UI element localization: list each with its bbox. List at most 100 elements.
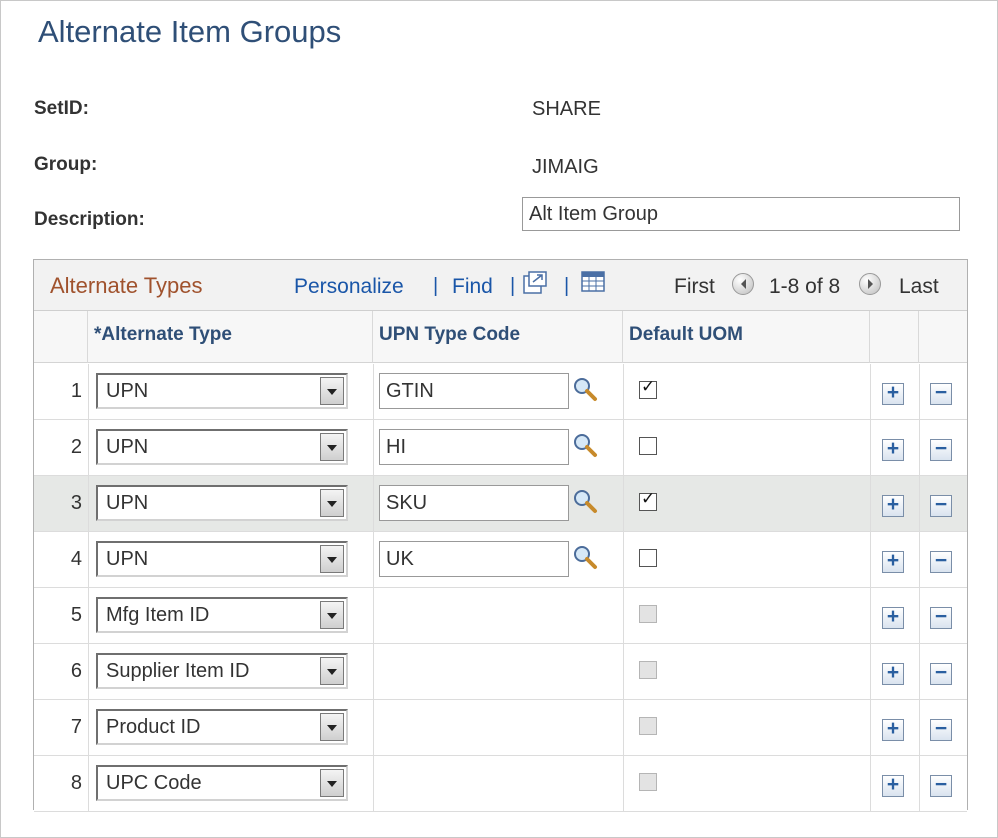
col-header-delete [919, 311, 967, 363]
table-row: 4 UPN + − [34, 532, 967, 588]
cell-divider [919, 364, 920, 420]
alternate-type-value: UPN [106, 380, 149, 402]
arrow-right-icon[interactable] [859, 273, 881, 295]
cell-divider [88, 476, 89, 532]
upn-type-code-input[interactable] [379, 485, 569, 521]
alternate-type-value: UPN [106, 436, 149, 458]
description-input[interactable] [522, 197, 960, 231]
plus-icon[interactable]: + [882, 494, 904, 517]
lookup-icon[interactable] [572, 376, 598, 407]
cell-divider [88, 700, 89, 756]
col-header-alternate-type: *Alternate Type [88, 311, 373, 363]
group-value: JIMAIG [532, 156, 599, 178]
cell-divider [870, 756, 871, 812]
download-grid-icon[interactable] [581, 271, 605, 298]
cell-divider [623, 476, 624, 532]
plus-icon[interactable]: + [882, 774, 904, 797]
cell-divider [919, 756, 920, 812]
upn-type-code-input[interactable] [379, 429, 569, 465]
find-link[interactable]: Find [452, 275, 493, 299]
minus-icon[interactable]: − [930, 718, 952, 741]
alternate-type-select[interactable]: UPN [96, 373, 348, 409]
alternate-type-value: Supplier Item ID [106, 660, 250, 682]
cell-divider [373, 476, 374, 532]
default-uom-checkbox[interactable]: ✓ [639, 377, 657, 399]
upn-type-code-input[interactable] [379, 541, 569, 577]
cell-divider [623, 420, 624, 476]
lookup-icon[interactable] [572, 488, 598, 519]
setid-label: SetID: [34, 98, 89, 119]
plus-icon[interactable]: + [882, 382, 904, 405]
cell-divider [88, 644, 89, 700]
default-uom-checkbox[interactable]: ✓ [639, 489, 657, 511]
alternate-type-select[interactable]: UPN [96, 429, 348, 465]
table-row: 6 Supplier Item ID + − [34, 644, 967, 700]
plus-icon[interactable]: + [882, 438, 904, 461]
plus-icon[interactable]: + [882, 662, 904, 685]
cell-divider [919, 532, 920, 588]
alternate-types-grid: Alternate Types Personalize | Find | | F… [33, 259, 968, 812]
alternate-type-select[interactable]: Supplier Item ID [96, 653, 348, 689]
minus-icon[interactable]: − [930, 550, 952, 573]
default-uom-checkbox [639, 773, 657, 791]
alternate-type-value: Mfg Item ID [106, 604, 210, 626]
lookup-icon[interactable] [572, 544, 598, 575]
minus-icon[interactable]: − [930, 382, 952, 405]
table-row: 8 UPC Code + − [34, 756, 967, 812]
grid-header: Alternate Types Personalize | Find | | F… [34, 260, 967, 311]
page-title: Alternate Item Groups [38, 14, 342, 49]
alternate-type-value: UPN [106, 492, 149, 514]
cell-divider [623, 756, 624, 812]
plus-icon[interactable]: + [882, 550, 904, 573]
alternate-type-select[interactable]: UPN [96, 541, 348, 577]
chevron-down-icon[interactable] [320, 545, 344, 573]
alternate-type-value: Product ID [106, 716, 201, 738]
alternate-type-select[interactable]: Mfg Item ID [96, 597, 348, 633]
row-number: 6 [70, 660, 82, 682]
header-separator: | [510, 275, 516, 297]
cell-divider [373, 700, 374, 756]
minus-icon[interactable]: − [930, 662, 952, 685]
cell-divider [919, 476, 920, 532]
zoom-grid-icon[interactable] [523, 271, 547, 300]
chevron-down-icon[interactable] [320, 713, 344, 741]
minus-icon[interactable]: − [930, 606, 952, 629]
default-uom-checkbox[interactable] [639, 437, 657, 455]
check-icon: ✓ [641, 377, 656, 396]
setid-value: SHARE [532, 98, 601, 120]
alternate-type-select[interactable]: Product ID [96, 709, 348, 745]
default-uom-checkbox[interactable] [639, 549, 657, 567]
cell-divider [373, 644, 374, 700]
chevron-down-icon[interactable] [320, 489, 344, 517]
cell-divider [88, 420, 89, 476]
cell-divider [373, 532, 374, 588]
arrow-left-icon[interactable] [732, 273, 754, 295]
chevron-down-icon[interactable] [320, 377, 344, 405]
cell-divider [88, 532, 89, 588]
table-row: 3 UPN ✓ + − [34, 476, 967, 532]
cell-divider [919, 420, 920, 476]
row-number: 1 [70, 380, 82, 402]
row-number: 5 [70, 604, 82, 626]
cell-divider [623, 644, 624, 700]
personalize-link[interactable]: Personalize [294, 275, 404, 299]
chevron-down-icon[interactable] [320, 601, 344, 629]
cell-divider [870, 700, 871, 756]
plus-icon[interactable]: + [882, 718, 904, 741]
minus-icon[interactable]: − [930, 494, 952, 517]
chevron-down-icon[interactable] [320, 433, 344, 461]
first-label: First [674, 275, 715, 298]
plus-icon[interactable]: + [882, 606, 904, 629]
row-number: 2 [70, 436, 82, 458]
minus-icon[interactable]: − [930, 438, 952, 461]
lookup-icon[interactable] [572, 432, 598, 463]
alternate-type-select[interactable]: UPC Code [96, 765, 348, 801]
chevron-down-icon[interactable] [320, 657, 344, 685]
group-label: Group: [34, 154, 98, 175]
upn-type-code-input[interactable] [379, 373, 569, 409]
chevron-down-icon[interactable] [320, 769, 344, 797]
minus-icon[interactable]: − [930, 774, 952, 797]
cell-divider [373, 420, 374, 476]
col-header-add [870, 311, 919, 363]
alternate-type-select[interactable]: UPN [96, 485, 348, 521]
